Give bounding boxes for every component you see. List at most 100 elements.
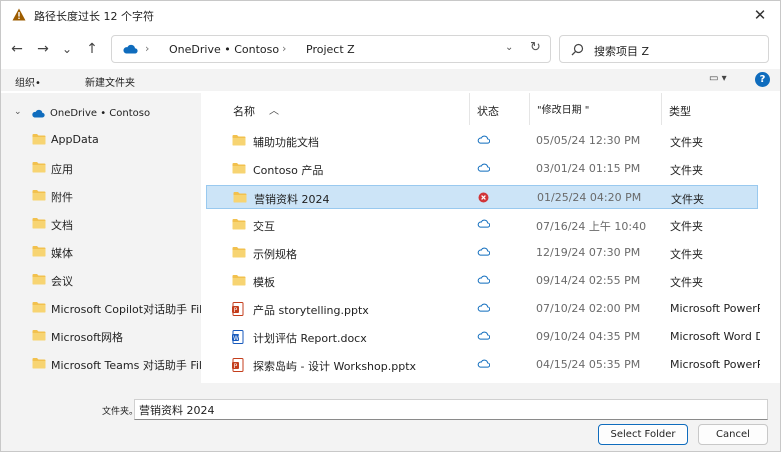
file-type: 文件夹 xyxy=(671,193,704,206)
column-divider[interactable] xyxy=(661,93,662,125)
file-modified-date: 04/15/24 05:35 PM xyxy=(536,358,641,371)
sidebar-item-onedrive[interactable]: ⌄ OneDrive • Contoso xyxy=(1,105,201,125)
folder-icon xyxy=(32,330,46,341)
sidebar-item-label: 附件 xyxy=(51,191,73,204)
file-picker-dialog: 路径长度过长 12 个字符 ✕ ← → ⌄ ↑ › OneDrive • Con… xyxy=(0,0,781,452)
file-row[interactable]: 交互 07/16/24 上午 10:40 文件夹 xyxy=(206,213,758,237)
sidebar-item[interactable]: Microsoft Teams 对话助手 Files xyxy=(1,353,201,375)
file-modified-date: 03/01/24 01:15 PM xyxy=(536,162,641,175)
file-type: Microsoft PowerPC xyxy=(670,302,772,315)
svg-text:W: W xyxy=(233,335,239,342)
file-type: Microsoft Word Do xyxy=(670,330,771,343)
sidebar-item-label: 媒体 xyxy=(51,247,73,260)
command-toolbar: 组织• 新建文件夹 ▭ ▾ ? xyxy=(1,69,780,91)
folder-icon xyxy=(233,192,247,203)
folder-icon xyxy=(32,162,46,173)
new-folder-button[interactable]: 新建文件夹 xyxy=(85,74,135,89)
sidebar-item-label: 会议 xyxy=(51,275,73,288)
onedrive-cloud-icon xyxy=(123,44,138,54)
search-input[interactable]: 搜索项目 Z xyxy=(559,35,769,63)
chevron-down-icon[interactable]: ⌄ xyxy=(505,42,513,53)
file-row[interactable]: P 探索岛屿 - 设计 Workshop.pptx 04/15/24 05:35 P… xyxy=(206,353,771,377)
sort-ascending-icon: ︿ xyxy=(269,106,279,117)
sidebar-item[interactable]: 附件 xyxy=(1,185,201,207)
breadcrumb-item-onedrive[interactable]: OneDrive • Contoso xyxy=(169,43,279,56)
folder-name-field[interactable]: 营销资料 2024 xyxy=(134,399,768,420)
cloud-status-icon xyxy=(477,135,490,144)
sidebar-item[interactable]: 会议 xyxy=(1,269,201,291)
file-type: Microsoft PowerPC xyxy=(670,358,772,371)
vertical-scrollbar[interactable] xyxy=(760,93,780,383)
sidebar-item-label: 应用 xyxy=(51,163,73,176)
dialog-footer: 文件夹。 营销资料 2024 Select Folder Cancel xyxy=(1,383,780,451)
sidebar-item[interactable]: Microsoft Copilot对话助手 Files xyxy=(1,297,201,319)
chevron-down-icon[interactable]: ⌄ xyxy=(14,107,22,117)
folder-icon xyxy=(32,302,46,313)
word-file-icon: W xyxy=(232,330,244,344)
breadcrumb-separator: › xyxy=(282,42,287,55)
view-options-icon[interactable]: ▭ ▾ xyxy=(709,73,727,84)
sidebar-item[interactable]: AppData xyxy=(1,129,201,151)
sidebar-item[interactable]: Microsoft网格 xyxy=(1,325,201,347)
recent-locations-button[interactable]: ⌄ xyxy=(57,39,77,59)
file-name: Contoso 产品 xyxy=(253,164,324,177)
file-modified-date: 12/19/24 07:30 PM xyxy=(536,246,641,259)
sidebar-item-label: AppData xyxy=(51,133,99,146)
up-button[interactable]: ↑ xyxy=(82,39,102,59)
file-row[interactable]: 示例规格 12/19/24 07:30 PM 文件夹 xyxy=(206,241,758,265)
sidebar-item[interactable]: 应用 xyxy=(1,157,201,179)
file-row[interactable]: Contoso 产品 03/01/24 01:15 PM 文件夹 xyxy=(206,157,758,181)
organize-menu-button[interactable]: 组织• xyxy=(15,74,41,89)
folder-icon xyxy=(232,163,246,174)
breadcrumb-item-project[interactable]: Project Z xyxy=(306,43,355,56)
file-row[interactable]: 辅助功能文档 05/05/24 12:30 PM 文件夹 xyxy=(206,129,758,153)
folder-name-label: 文件夹。 xyxy=(102,407,139,417)
cancel-button[interactable]: Cancel xyxy=(698,424,768,445)
powerpoint-file-icon: P xyxy=(232,358,244,372)
file-name: 探索岛屿 - 设计 Workshop.pptx xyxy=(253,360,417,373)
file-row[interactable]: P 产品 storytelling.pptx 07/10/24 02:00 PM Mi… xyxy=(206,297,771,321)
svg-text:P: P xyxy=(234,307,238,314)
file-modified-date: 05/05/24 12:30 PM xyxy=(536,134,641,147)
navigation-pane: ⌄ OneDrive • Contoso AppData 应用附件文档媒体会议 Mi… xyxy=(1,93,201,383)
svg-text:P: P xyxy=(234,363,238,370)
file-type: 文件夹 xyxy=(670,220,703,233)
search-icon xyxy=(571,43,584,56)
title-bar: 路径长度过长 12 个字符 ✕ xyxy=(1,1,780,29)
file-name: 产品 storytelling.pptx xyxy=(253,304,369,317)
sync-error-icon xyxy=(478,192,489,203)
forward-button[interactable]: → xyxy=(33,39,53,59)
powerpoint-file-icon: P xyxy=(232,302,244,316)
file-name: 交互 xyxy=(253,220,275,233)
folder-icon xyxy=(32,218,46,229)
refresh-icon[interactable]: ↻ xyxy=(530,40,541,55)
select-folder-button[interactable]: Select Folder xyxy=(598,424,688,445)
folder-icon xyxy=(32,190,46,201)
column-divider[interactable] xyxy=(469,93,470,125)
sidebar-item-label: Microsoft网格 xyxy=(51,331,124,344)
close-button[interactable]: ✕ xyxy=(740,1,780,29)
file-row[interactable]: 营销资料 2024 01/25/24 04:20 PM 文件夹 xyxy=(206,185,758,209)
file-row[interactable]: 模板 09/14/24 02:55 PM 文件夹 xyxy=(206,269,758,293)
cloud-status-icon xyxy=(477,163,490,172)
file-name: 辅助功能文档 xyxy=(253,136,319,149)
folder-icon xyxy=(232,135,246,146)
back-button[interactable]: ← xyxy=(7,39,27,59)
navigation-bar: ← → ⌄ ↑ › OneDrive • Contoso › Project Z… xyxy=(1,31,780,67)
cloud-status-icon xyxy=(477,247,490,256)
sidebar-item-label: OneDrive • Contoso xyxy=(50,108,151,119)
address-bar[interactable]: › OneDrive • Contoso › Project Z ⌄ ↻ xyxy=(111,35,551,63)
folder-icon xyxy=(232,275,246,286)
window-title: 路径长度过长 12 个字符 xyxy=(34,10,154,23)
sidebar-item[interactable]: 文档 xyxy=(1,213,201,235)
folder-icon xyxy=(32,134,46,145)
warning-icon xyxy=(12,8,26,21)
column-divider[interactable] xyxy=(529,93,530,125)
sidebar-item-label: Microsoft Teams 对话助手 Files xyxy=(51,359,201,372)
folder-icon xyxy=(232,247,246,258)
sidebar-item[interactable]: 媒体 xyxy=(1,241,201,263)
cloud-status-icon xyxy=(477,303,490,312)
file-row[interactable]: W 计划评估 Report.docx 09/10/24 04:35 PM Micros… xyxy=(206,325,771,349)
folder-icon xyxy=(32,274,46,285)
help-icon[interactable]: ? xyxy=(755,72,770,87)
